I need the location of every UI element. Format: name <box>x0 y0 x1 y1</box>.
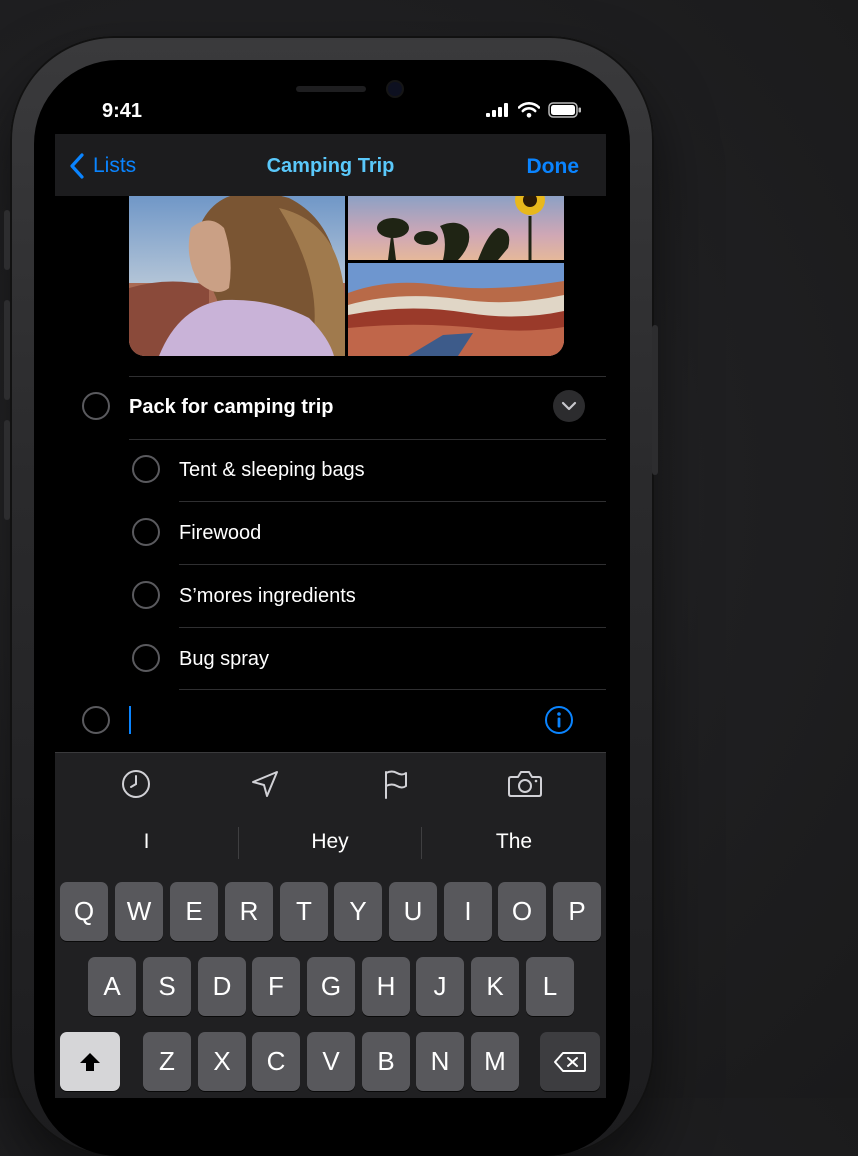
key-g[interactable]: G <box>307 957 355 1016</box>
parent-task-title[interactable]: Pack for camping trip <box>129 396 334 419</box>
key-e[interactable]: E <box>170 882 218 941</box>
separator <box>179 564 606 565</box>
new-reminder-input[interactable] <box>135 708 525 734</box>
collapse-subtasks-button[interactable] <box>553 390 585 422</box>
photo-sunflowers[interactable] <box>348 188 564 260</box>
separator <box>129 376 606 377</box>
key-s[interactable]: S <box>143 957 191 1016</box>
subtask-title[interactable]: Tent & sleeping bags <box>179 459 365 482</box>
photo-woman-portrait[interactable] <box>129 188 345 356</box>
speaker-grille <box>296 86 366 92</box>
photo-attachments[interactable] <box>129 188 564 356</box>
key-c[interactable]: C <box>252 1032 300 1091</box>
flag-icon[interactable] <box>377 766 413 802</box>
key-q[interactable]: Q <box>60 882 108 941</box>
key-m[interactable]: M <box>471 1032 519 1091</box>
status-time: 9:41 <box>102 100 143 122</box>
camera-icon[interactable] <box>507 766 543 802</box>
status-icons <box>486 102 582 118</box>
key-w[interactable]: W <box>115 882 163 941</box>
subtask-checkbox[interactable] <box>132 644 160 672</box>
clock-icon[interactable] <box>118 766 154 802</box>
photo-desert-hills[interactable] <box>348 263 564 356</box>
separator <box>179 501 606 502</box>
parent-task-checkbox[interactable] <box>82 392 110 420</box>
front-camera <box>388 82 402 96</box>
key-b[interactable]: B <box>362 1032 410 1091</box>
info-icon[interactable] <box>544 705 574 735</box>
key-r[interactable]: R <box>225 882 273 941</box>
separator <box>179 689 606 690</box>
page-title: Camping Trip <box>266 155 395 177</box>
key-l[interactable]: L <box>526 957 574 1016</box>
navigation-bar: Lists Camping Trip Done <box>55 134 606 196</box>
separator <box>179 627 606 628</box>
shift-arrow-icon <box>80 1052 100 1071</box>
suggestion-item[interactable]: I <box>55 825 238 859</box>
subtask-title[interactable]: S’mores ingredients <box>179 585 356 608</box>
separator <box>129 439 606 440</box>
key-u[interactable]: U <box>389 882 437 941</box>
new-reminder-checkbox[interactable] <box>82 706 110 734</box>
suggestion-item[interactable]: The <box>422 825 606 859</box>
subtask-checkbox[interactable] <box>132 518 160 546</box>
chevron-down-icon <box>561 401 577 411</box>
suggestion-item[interactable]: Hey <box>239 825 421 859</box>
backspace-icon <box>554 1051 586 1072</box>
key-n[interactable]: N <box>416 1032 464 1091</box>
key-p[interactable]: P <box>553 882 601 941</box>
key-f[interactable]: F <box>252 957 300 1016</box>
subtask-checkbox[interactable] <box>132 455 160 483</box>
wifi-icon <box>518 102 540 118</box>
battery-icon <box>548 102 581 118</box>
side-button-left-3 <box>4 420 10 520</box>
key-i[interactable]: I <box>444 882 492 941</box>
done-button[interactable]: Done <box>527 155 580 179</box>
key-v[interactable]: V <box>307 1032 355 1091</box>
key-x[interactable]: X <box>198 1032 246 1091</box>
key-y[interactable]: Y <box>334 882 382 941</box>
shift-key[interactable] <box>60 1032 120 1091</box>
subtask-title[interactable]: Firewood <box>179 522 261 545</box>
location-arrow-icon[interactable] <box>247 766 283 802</box>
side-button-right <box>652 325 658 475</box>
notch <box>179 78 483 124</box>
cellular-signal-icon <box>486 103 508 117</box>
key-k[interactable]: K <box>471 957 519 1016</box>
subtask-title[interactable]: Bug spray <box>179 648 269 671</box>
subtask-checkbox[interactable] <box>132 581 160 609</box>
key-j[interactable]: J <box>416 957 464 1016</box>
side-button-left-1 <box>4 210 10 270</box>
keyboard: I Hey The Q W E R T Y U I O P A S D F G … <box>55 752 606 1098</box>
key-o[interactable]: O <box>498 882 546 941</box>
key-z[interactable]: Z <box>143 1032 191 1091</box>
delete-key[interactable] <box>540 1032 600 1091</box>
key-d[interactable]: D <box>198 957 246 1016</box>
key-h[interactable]: H <box>362 957 410 1016</box>
keyboard-border <box>55 752 606 753</box>
side-button-left-2 <box>4 300 10 400</box>
key-a[interactable]: A <box>88 957 136 1016</box>
phone-screen: 9:41 Lists Camping Trip Done Pack for ca… <box>55 78 606 1098</box>
key-t[interactable]: T <box>280 882 328 941</box>
text-cursor <box>129 706 131 734</box>
